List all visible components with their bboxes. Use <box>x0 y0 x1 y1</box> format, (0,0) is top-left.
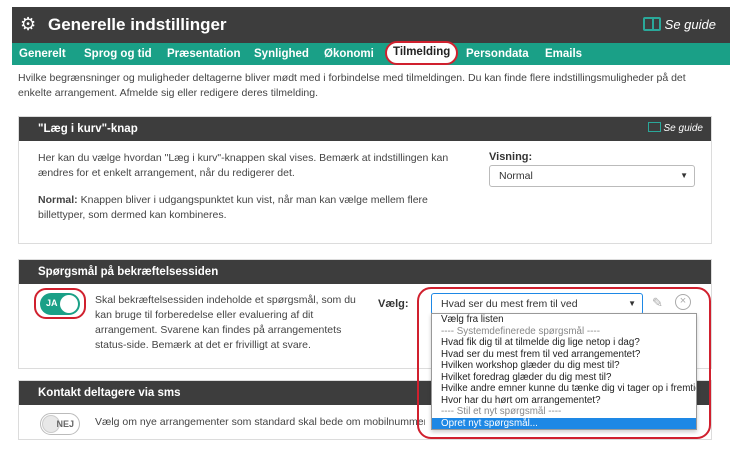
title-bar: ⚙ Generelle indstillinger Se guide <box>12 7 730 43</box>
normal-term: Normal: <box>38 194 78 206</box>
normal-text: Knappen bliver i udgangspunktet kun vist… <box>38 194 428 221</box>
panel-title: "Læg i kurv"-knap <box>38 123 138 135</box>
toggle-label: NEJ <box>56 419 74 429</box>
highlight-ring <box>34 288 86 319</box>
dropdown-arrow-icon: ▼ <box>680 171 688 180</box>
tab-bar: Generelt Sprog og tid Præsentation Synli… <box>12 41 730 65</box>
display-label: Visning: <box>489 151 533 163</box>
normal-description: Normal: Knappen bliver i udgangspunktet … <box>38 193 478 223</box>
gears-icon: ⚙ <box>20 14 37 34</box>
panel-header: Spørgsmål på bekræftelsessiden <box>19 260 711 284</box>
panel-description: Her kan du vælge hvordan "Læg i kurv"-kn… <box>38 152 449 179</box>
display-value: Normal <box>499 170 533 182</box>
display-select[interactable]: Normal ▼ <box>489 165 695 187</box>
panel-guide-link[interactable]: Se guide <box>647 117 703 141</box>
highlight-ring <box>417 287 711 439</box>
tab-praesentation[interactable]: Præsentation <box>167 43 241 65</box>
panel-header: "Læg i kurv"-knap Se guide <box>19 117 711 141</box>
tab-persondata[interactable]: Persondata <box>466 43 529 65</box>
sms-toggle[interactable]: NEJ <box>40 413 80 435</box>
guide-label: Se guide <box>664 17 716 32</box>
page-title: Generelle indstillinger <box>48 15 227 34</box>
book-icon <box>647 122 661 132</box>
panel-description: Skal bekræftelsessiden indeholde et spør… <box>95 294 356 351</box>
select-label: Vælg: <box>378 298 409 310</box>
tab-emails[interactable]: Emails <box>545 43 582 65</box>
book-icon <box>642 17 661 31</box>
panel-title: Kontakt deltagere via sms <box>38 387 181 399</box>
guide-link[interactable]: Se guide <box>642 17 716 32</box>
panel-description: Vælg om nye arrangementer som standard s… <box>95 416 425 428</box>
intro-text: Hvilke begrænsninger og muligheder delta… <box>18 72 686 99</box>
tab-sprog-og-tid[interactable]: Sprog og tid <box>84 43 152 65</box>
tab-okonomi[interactable]: Økonomi <box>324 43 374 65</box>
tab-tilmelding[interactable]: Tilmelding <box>385 41 459 65</box>
cart-button-panel: "Læg i kurv"-knap Se guide Her kan du væ… <box>18 116 712 244</box>
panel-title: Spørgsmål på bekræftelsessiden <box>38 266 219 278</box>
tab-generelt[interactable]: Generelt <box>19 43 66 65</box>
tab-synlighed[interactable]: Synlighed <box>254 43 309 65</box>
guide-label: Se guide <box>663 123 703 134</box>
